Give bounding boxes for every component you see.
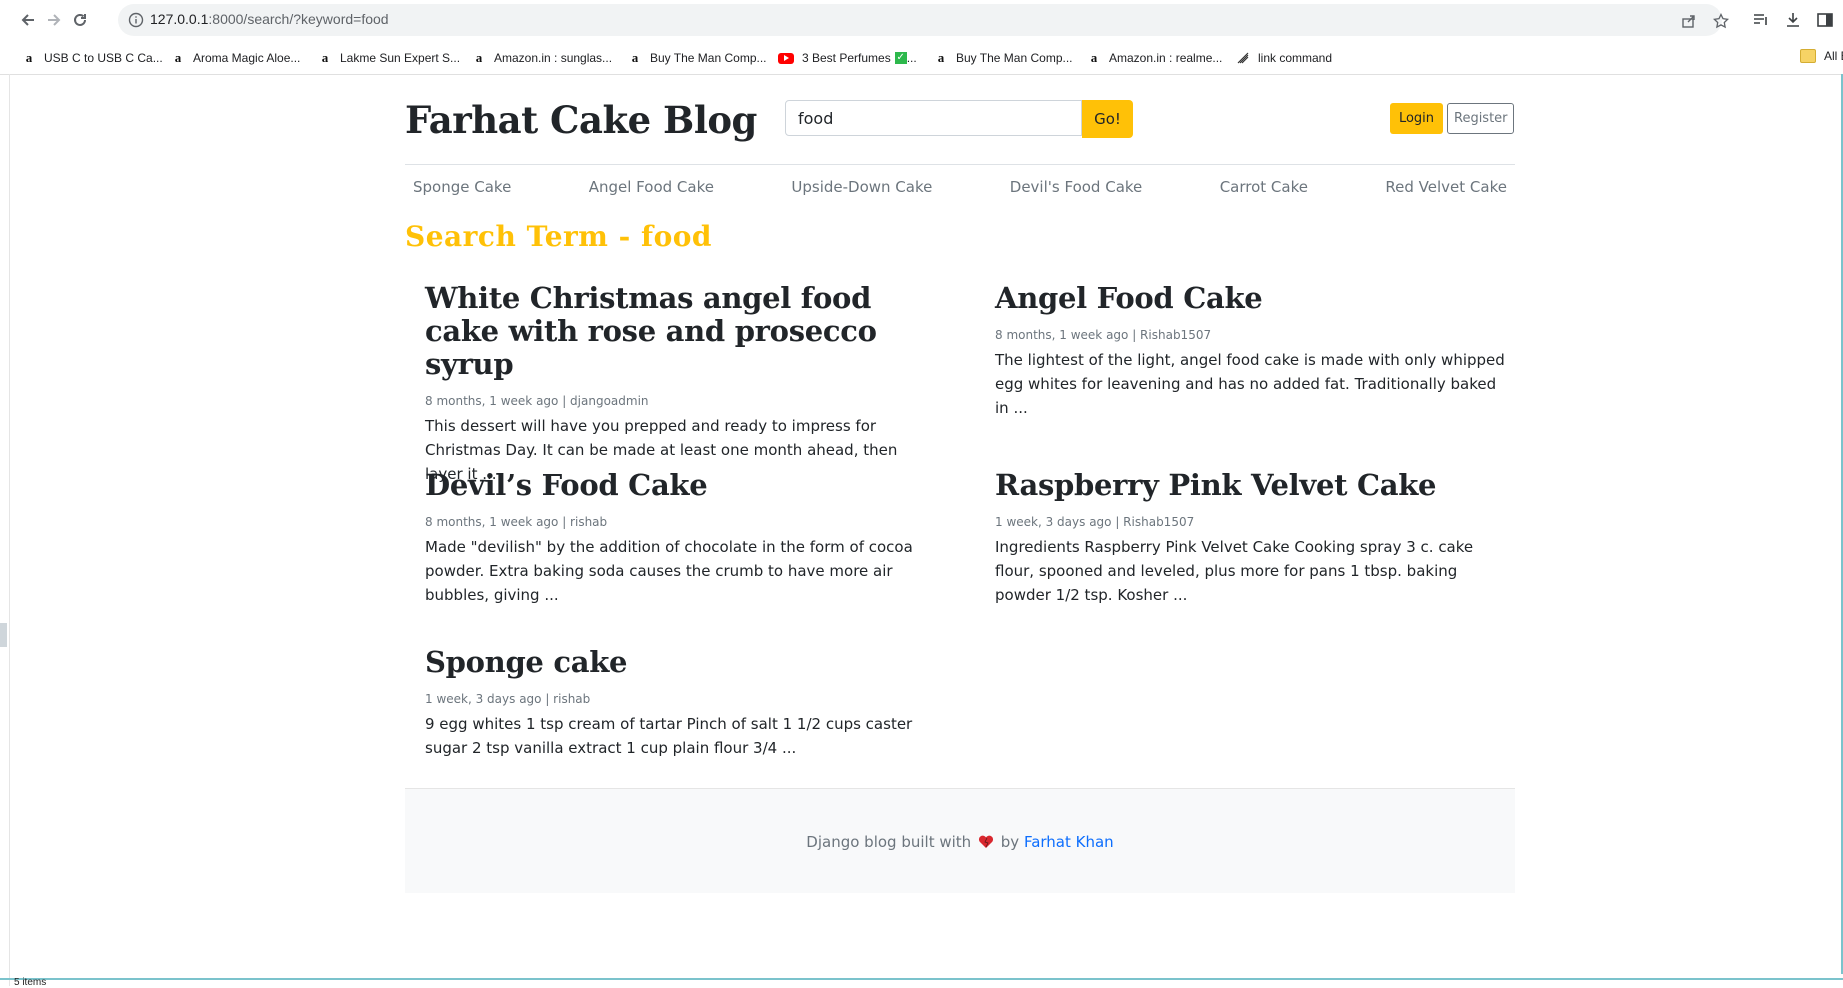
post-title[interactable]: Raspberry Pink Velvet Cake: [995, 469, 1505, 502]
reading-list-icon[interactable]: [1750, 9, 1772, 31]
post-meta: 8 months, 1 week ago | Rishab1507: [995, 328, 1212, 342]
site-footer: Django blog built with by Farhat Khan: [405, 788, 1515, 893]
bookmark-item[interactable]: a Amazon.in : realme...: [1087, 49, 1223, 67]
star-icon[interactable]: [1712, 12, 1730, 30]
post-card: Sponge cake 1 week, 3 days ago | rishab …: [425, 646, 935, 760]
category-link-upside-down-cake[interactable]: Upside-Down Cake: [791, 178, 932, 200]
post-title[interactable]: Devil’s Food Cake: [425, 469, 935, 502]
bookmark-item[interactable]: a Amazon.in : sunglas...: [472, 49, 612, 67]
post-excerpt: 9 egg whites 1 tsp cream of tartar Pinch…: [425, 715, 913, 757]
site-title[interactable]: Farhat Cake Blog: [405, 98, 757, 142]
post-card: White Christmas angel food cake with ros…: [425, 282, 935, 486]
bookmark-item[interactable]: 3 Best Perfumes ✓...: [778, 49, 917, 67]
site-info-icon[interactable]: [128, 12, 144, 28]
search-go-button[interactable]: Go!: [1082, 100, 1133, 138]
amazon-icon: a: [174, 50, 182, 65]
checkmark-emoji-icon: ✓: [894, 52, 907, 64]
register-button[interactable]: Register: [1447, 103, 1514, 134]
category-link-sponge-cake[interactable]: Sponge Cake: [413, 178, 511, 200]
post-title[interactable]: Angel Food Cake: [995, 282, 1505, 315]
post-title[interactable]: Sponge cake: [425, 646, 935, 679]
post-card: Angel Food Cake 8 months, 1 week ago | R…: [995, 282, 1505, 420]
reload-icon[interactable]: [68, 8, 92, 32]
amazon-icon: a: [1090, 50, 1098, 65]
bookmark-item[interactable]: a Aroma Magic Aloe...: [171, 49, 301, 67]
amazon-icon: a: [937, 50, 945, 65]
left-edge: [0, 74, 10, 986]
url-text: 127.0.0.1:8000/search/?keyword=food: [150, 11, 389, 27]
back-arrow-icon[interactable]: [16, 8, 40, 32]
all-bookmarks-button[interactable]: All B: [1800, 49, 1843, 63]
post-excerpt: Made "devilish" by the addition of choco…: [425, 538, 913, 604]
bookmark-item[interactable]: a Buy The Man Comp...: [628, 49, 767, 67]
browser-chrome: 127.0.0.1:8000/search/?keyword=food a USB…: [0, 0, 1843, 75]
post-title[interactable]: White Christmas angel food cake with ros…: [425, 282, 935, 381]
youtube-icon: [778, 52, 794, 64]
post-meta: 8 months, 1 week ago | rishab: [425, 515, 608, 529]
bookmarks-bar: a USB C to USB C Ca... a Aroma Magic Aloe.…: [0, 40, 1843, 75]
download-icon[interactable]: [1782, 9, 1804, 31]
category-nav: Sponge Cake Angel Food Cake Upside-Down …: [405, 178, 1515, 200]
login-button[interactable]: Login: [1390, 103, 1443, 134]
search-input[interactable]: [785, 100, 1082, 136]
share-icon[interactable]: [1680, 12, 1698, 30]
heart-icon: [978, 835, 994, 849]
post-card: Devil’s Food Cake 8 months, 1 week ago |…: [425, 469, 935, 607]
link-icon: [1236, 51, 1250, 65]
post-card: Raspberry Pink Velvet Cake 1 week, 3 day…: [995, 469, 1505, 607]
amazon-icon: a: [321, 50, 329, 65]
side-handle[interactable]: [0, 623, 7, 647]
status-text: 5 items: [14, 977, 47, 988]
category-link-devils-food-cake[interactable]: Devil's Food Cake: [1010, 178, 1142, 200]
side-panel-icon[interactable]: [1814, 9, 1836, 31]
search-term-heading: Search Term - food: [405, 220, 712, 253]
category-link-red-velvet-cake[interactable]: Red Velvet Cake: [1385, 178, 1507, 200]
amazon-icon: a: [25, 50, 33, 65]
bookmark-item[interactable]: link command: [1236, 49, 1332, 67]
post-excerpt: Ingredients Raspberry Pink Velvet Cake C…: [995, 538, 1474, 604]
footer-text: Django blog built with by Farhat Khan: [806, 833, 1114, 851]
category-link-carrot-cake[interactable]: Carrot Cake: [1220, 178, 1308, 200]
category-link-angel-food-cake[interactable]: Angel Food Cake: [589, 178, 714, 200]
post-meta: 1 week, 3 days ago | rishab: [425, 692, 591, 706]
post-meta: 8 months, 1 week ago | djangoadmin: [425, 394, 649, 408]
bookmark-item[interactable]: a Buy The Man Comp...: [934, 49, 1073, 67]
author-link[interactable]: Farhat Khan: [1024, 833, 1114, 851]
address-bar[interactable]: 127.0.0.1:8000/search/?keyword=food: [118, 4, 1729, 36]
folder-icon: [1800, 49, 1816, 63]
post-meta: 1 week, 3 days ago | Rishab1507: [995, 515, 1195, 529]
amazon-icon: a: [475, 50, 483, 65]
forward-arrow-icon[interactable]: [42, 8, 66, 32]
post-excerpt: The lightest of the light, angel food ca…: [995, 351, 1505, 417]
header-divider: [405, 164, 1515, 165]
status-bar: [0, 978, 1843, 988]
bookmark-item[interactable]: a Lakme Sun Expert S...: [318, 49, 460, 67]
bookmark-item[interactable]: a USB C to USB C Ca...: [22, 49, 163, 67]
amazon-icon: a: [631, 50, 639, 65]
address-row: 127.0.0.1:8000/search/?keyword=food: [0, 0, 1843, 40]
